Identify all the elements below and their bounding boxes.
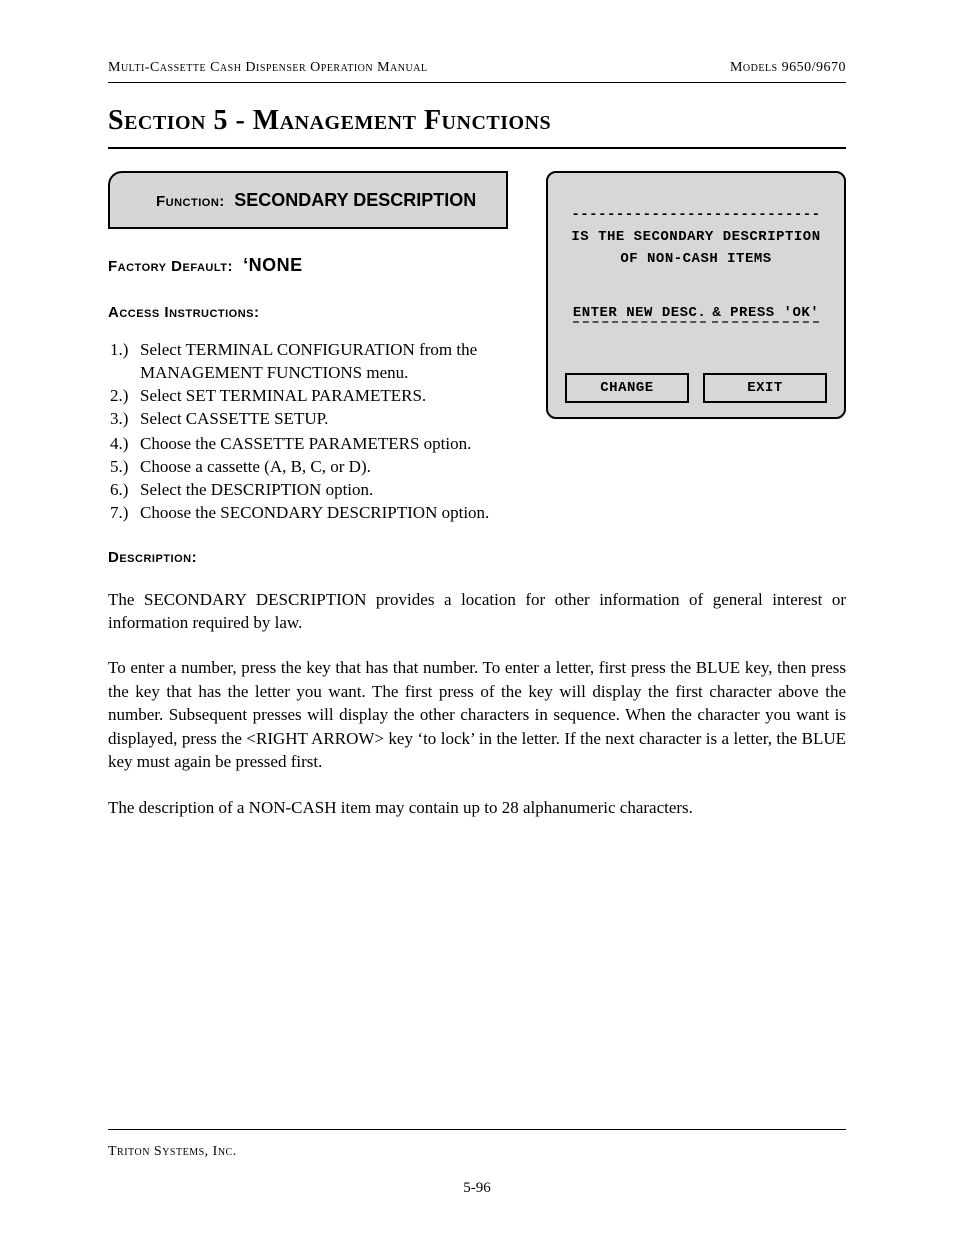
terminal-prompt-left: ENTER NEW DESC. [573,305,707,323]
step-text: Select the DESCRIPTION option. [140,479,846,502]
terminal-line-1: IS THE SECONDARY DESCRIPTION [558,229,834,245]
function-name-text: SECONDARY DESCRIPTION [234,190,476,210]
header-rule [108,82,846,83]
step-text: Select CASSETTE SETUP. [140,408,526,431]
step-num: 3.) [110,408,140,431]
step-text: Select TERMINAL CONFIGURATION from the M… [140,339,526,385]
change-button[interactable]: CHANGE [565,373,689,403]
description-label: Description: [108,549,846,566]
footer-rule [108,1129,846,1130]
paragraph: To enter a number, press the key that ha… [108,656,846,773]
terminal-dashes: ---------------------------- [558,207,834,223]
paragraph: The description of a NON-CASH item may c… [108,796,846,819]
section-title: Section 5 - Management Functions [108,105,846,137]
paragraph: The SECONDARY DESCRIPTION provides a loc… [108,588,846,635]
step-num: 5.) [110,456,140,479]
terminal-line-2: OF NON-CASH ITEMS [558,251,834,267]
page-number: 5-96 [0,1180,954,1197]
step-num: 2.) [110,385,140,408]
factory-default-label: Factory Default: [108,258,233,275]
header-left: Multi-Cassette Cash Dispenser Operation … [108,60,428,76]
step-num: 7.) [110,502,140,525]
factory-default-value: ‘NONE [243,255,303,275]
step-num: 1.) [110,339,140,385]
function-tab: Function: SECONDARY DESCRIPTION [108,171,508,229]
access-instructions-label: Access Instructions: [108,304,526,321]
terminal-prompt-right: & PRESS 'OK' [712,305,819,323]
function-label: Function: [156,193,225,210]
header-right: Models 9650/9670 [730,60,846,76]
step-num: 4.) [110,433,140,456]
step-text: Choose a cassette (A, B, C, or D). [140,456,846,479]
exit-button[interactable]: EXIT [703,373,827,403]
step-text: Select SET TERMINAL PARAMETERS. [140,385,526,408]
step-text: Choose the CASSETTE PARAMETERS option. [140,433,846,456]
step-num: 6.) [110,479,140,502]
footer-company: Triton Systems, Inc. [108,1144,237,1160]
terminal-screenshot: ---------------------------- IS THE SECO… [546,171,846,419]
section-rule [108,147,846,149]
step-text: Choose the SECONDARY DESCRIPTION option. [140,502,846,525]
